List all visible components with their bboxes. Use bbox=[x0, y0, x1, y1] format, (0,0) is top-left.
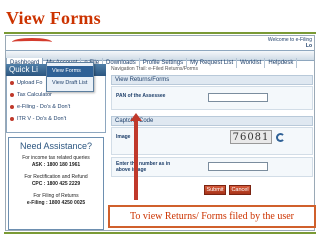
site-logo bbox=[12, 38, 52, 46]
cancel-button[interactable]: Cancel bbox=[229, 185, 251, 195]
quick-link-upload[interactable]: Upload Fo bbox=[10, 80, 42, 86]
quick-link-label: Upload Fo bbox=[17, 80, 43, 86]
main-nav: DashboardMy Accounte FileDownloadsProfil… bbox=[6, 50, 314, 68]
captcha-input[interactable] bbox=[208, 162, 268, 171]
quick-link-efiling-dos[interactable]: e-Filing - Do's & Don't bbox=[10, 104, 70, 110]
up-arrow-icon bbox=[130, 113, 142, 200]
menu-item-view-forms[interactable]: View Forms bbox=[47, 66, 93, 77]
bullet-icon bbox=[10, 104, 14, 109]
page-header: View Returns/Forms bbox=[111, 75, 313, 85]
quick-link-label: Tax Calculator bbox=[17, 92, 52, 98]
assistance-line: For Filing of Returns bbox=[33, 193, 79, 199]
captcha-entry-row: Enter the number as in above image bbox=[111, 157, 313, 177]
screenshot-frame: Welcome to e-Filing Lo DashboardMy Accou… bbox=[5, 35, 315, 231]
assistance-phone: ASK : 1800 180 1961 bbox=[31, 162, 81, 168]
bottom-divider bbox=[4, 232, 316, 234]
assistance-line: For Rectification and Refund bbox=[24, 174, 88, 180]
captcha-entry-label: Enter the number as in above image bbox=[116, 161, 171, 173]
breadcrumb: Navigation Trail: e-Filed Returns/Forms bbox=[111, 66, 198, 72]
menu-item-view-draft-list[interactable]: View Draft List bbox=[47, 78, 93, 89]
user-name: Lo bbox=[305, 43, 312, 49]
assistance-box: Need Assistance? For income tax related … bbox=[8, 137, 104, 230]
submit-button[interactable]: Submit bbox=[204, 185, 226, 195]
slide-title: View Forms bbox=[6, 8, 101, 28]
refresh-icon[interactable] bbox=[276, 133, 285, 142]
assistance-phone: e-Filing : 1800 4250 0025 bbox=[26, 200, 86, 206]
captcha-image: 76081 bbox=[230, 130, 272, 144]
pan-label: PAN of the Assessee bbox=[116, 93, 166, 99]
quick-link-itrv-dos[interactable]: ITR V - Do's & Don't bbox=[10, 116, 66, 122]
bullet-icon bbox=[10, 92, 14, 97]
quick-link-label: ITR V - Do's & Don't bbox=[17, 116, 67, 122]
image-label: Image bbox=[116, 134, 131, 140]
my-account-dropdown: View Forms View Draft List bbox=[46, 62, 94, 92]
bullet-icon bbox=[10, 80, 14, 85]
pan-row: PAN of the Assessee bbox=[111, 86, 313, 110]
quick-link-label: e-Filing - Do's & Don't bbox=[17, 104, 71, 110]
title-divider bbox=[4, 32, 316, 34]
assistance-line: For income tax related queries bbox=[22, 155, 90, 161]
pan-input[interactable] bbox=[208, 93, 268, 102]
callout-box: To view Returns/ Forms filed by the user bbox=[108, 205, 316, 228]
quick-link-tax-calculator[interactable]: Tax Calculator bbox=[10, 92, 52, 98]
bullet-icon bbox=[10, 116, 14, 121]
assistance-phone: CPC : 1800 425 2229 bbox=[31, 181, 81, 187]
assistance-title: Need Assistance? bbox=[19, 141, 93, 151]
site-header: Welcome to e-Filing Lo bbox=[6, 36, 314, 50]
